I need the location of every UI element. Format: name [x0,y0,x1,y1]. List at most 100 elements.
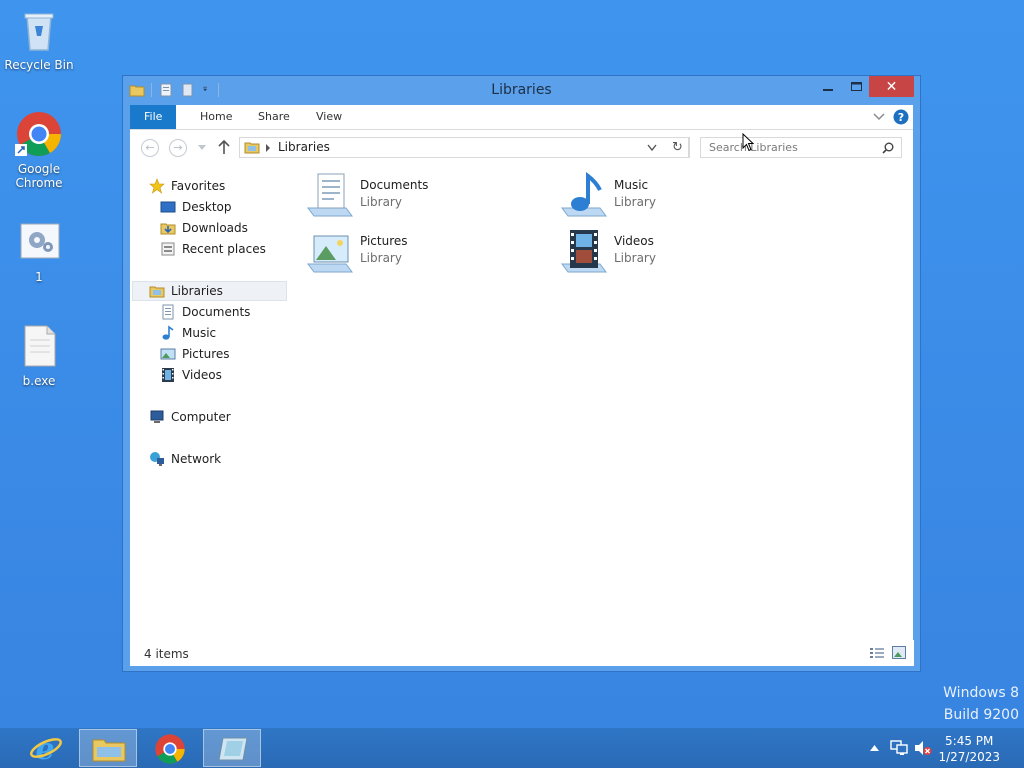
library-type: Library [360,251,402,265]
nav-libraries[interactable]: Libraries [149,281,223,301]
address-path[interactable]: Libraries [278,140,330,154]
nav-pictures[interactable]: Pictures [160,344,230,364]
desktop-icon-recycle-bin[interactable]: Recycle Bin [4,6,74,72]
taskbar-chrome[interactable] [141,729,199,767]
clock-date: 1/27/2023 [938,750,1000,764]
desktop-icon-google-chrome[interactable]: Google Chrome [4,110,74,190]
nav-network[interactable]: Network [149,449,221,469]
taskbar-clock[interactable]: 5:45 PM 1/27/2023 [938,733,1000,765]
search-input[interactable]: Search Libraries [700,137,902,158]
status-bar: 4 items [130,640,914,666]
libraries-icon [149,286,165,298]
nav-documents[interactable]: Documents [160,302,250,322]
videos-icon [162,368,174,382]
nav-label: Favorites [171,179,226,193]
library-type: Library [614,251,656,265]
desktop-icon-label: b.exe [22,374,56,388]
nav-label: Recent places [182,242,266,256]
expand-ribbon-icon[interactable] [873,112,885,122]
app-window-icon [218,737,248,761]
library-name: Documents [360,178,429,192]
computer-icon [150,410,164,423]
library-name: Music [614,178,649,192]
explorer-window[interactable]: Libraries ✕ File Home Share View ? ← → L… [122,75,921,672]
svg-text:e: e [35,732,54,764]
watermark-line: Build 9200 [943,707,1019,723]
downloads-icon [160,223,176,235]
minimize-button[interactable] [816,76,840,97]
libraries-icon [244,142,260,154]
taskbar: e 5:45 PM 1/27/2023 [0,728,1024,768]
nav-label: Downloads [182,221,248,235]
nav-label: Libraries [171,284,223,298]
desktop-icon-label: Google Chrome [15,162,63,190]
library-name: Pictures [360,234,408,248]
desktop-icon [160,201,176,213]
nav-label: Videos [182,368,222,382]
status-item-count: 4 items [144,647,189,661]
settings-file-icon [15,218,63,266]
taskbar-internet-explorer[interactable]: e [17,729,75,767]
nav-desktop[interactable]: Desktop [160,197,232,217]
volume-muted-icon[interactable] [914,740,932,756]
documents-icon [162,304,174,320]
desktop-icon-b-exe[interactable]: b.exe [4,322,74,388]
nav-music[interactable]: Music [160,323,216,343]
desktop-icon-label: Recycle Bin [4,58,74,72]
tab-file[interactable]: File [130,105,177,129]
exe-file-icon [15,322,63,370]
windows-watermark: Windows 8 Build 9200 [943,682,1019,726]
desktop-icon-1[interactable]: 1 [4,218,74,284]
music-note-icon [162,325,174,340]
watermark-line: Windows 8 [943,685,1019,701]
title-bar[interactable]: Libraries ✕ [123,76,920,104]
address-bar[interactable]: Libraries [239,137,689,158]
address-toolbar: ← → Libraries ↻ Search Libraries [130,130,913,166]
chevron-down-icon[interactable] [647,144,657,152]
taskbar-file-explorer[interactable] [79,729,137,767]
music-library-icon [561,172,607,217]
nav-recent-places[interactable]: Recent places [160,239,266,259]
maximize-button[interactable] [844,76,868,97]
breadcrumb-separator-icon[interactable] [265,144,271,152]
tab-home[interactable]: Home [186,105,246,129]
help-icon[interactable]: ? [893,109,909,125]
library-type: Library [360,195,402,209]
maximize-icon [850,81,862,91]
nav-favorites[interactable]: Favorites [149,176,225,196]
library-tile-music[interactable]: Music Library [560,172,800,222]
star-icon [149,178,165,194]
documents-library-icon [307,173,353,217]
back-button[interactable]: ← [141,139,159,157]
taskbar-app[interactable] [203,729,261,767]
large-icons-view-icon[interactable] [892,646,906,659]
close-button[interactable]: ✕ [869,76,914,97]
nav-downloads[interactable]: Downloads [160,218,248,238]
library-tile-pictures[interactable]: Pictures Library [306,228,546,278]
up-arrow-icon[interactable] [218,140,230,155]
recent-places-icon [161,242,175,256]
recent-locations-icon[interactable] [198,145,206,151]
navigation-pane: Favorites Desktop Downloads Recent place… [130,166,287,634]
pictures-library-icon [307,235,353,273]
tab-view[interactable]: View [302,105,356,129]
forward-button[interactable]: → [169,139,187,157]
nav-videos[interactable]: Videos [160,365,222,385]
refresh-button[interactable]: ↻ [666,137,690,158]
clock-time: 5:45 PM [945,734,994,748]
show-hidden-icons-icon[interactable] [870,745,879,751]
search-icon [882,142,894,154]
pictures-icon [160,348,176,360]
network-tray-icon[interactable] [890,740,908,756]
recycle-bin-icon [15,6,63,54]
nav-label: Computer [171,410,231,424]
library-tile-documents[interactable]: Documents Library [306,172,546,222]
chrome-icon [155,734,185,764]
nav-computer[interactable]: Computer [149,407,231,427]
tab-share[interactable]: Share [244,105,304,129]
library-tile-videos[interactable]: Videos Library [560,228,800,278]
details-view-icon[interactable] [870,647,884,659]
nav-label: Pictures [182,347,230,361]
desktop-icon-label: 1 [35,270,43,284]
ribbon-tabs: File Home Share View ? [130,105,913,130]
